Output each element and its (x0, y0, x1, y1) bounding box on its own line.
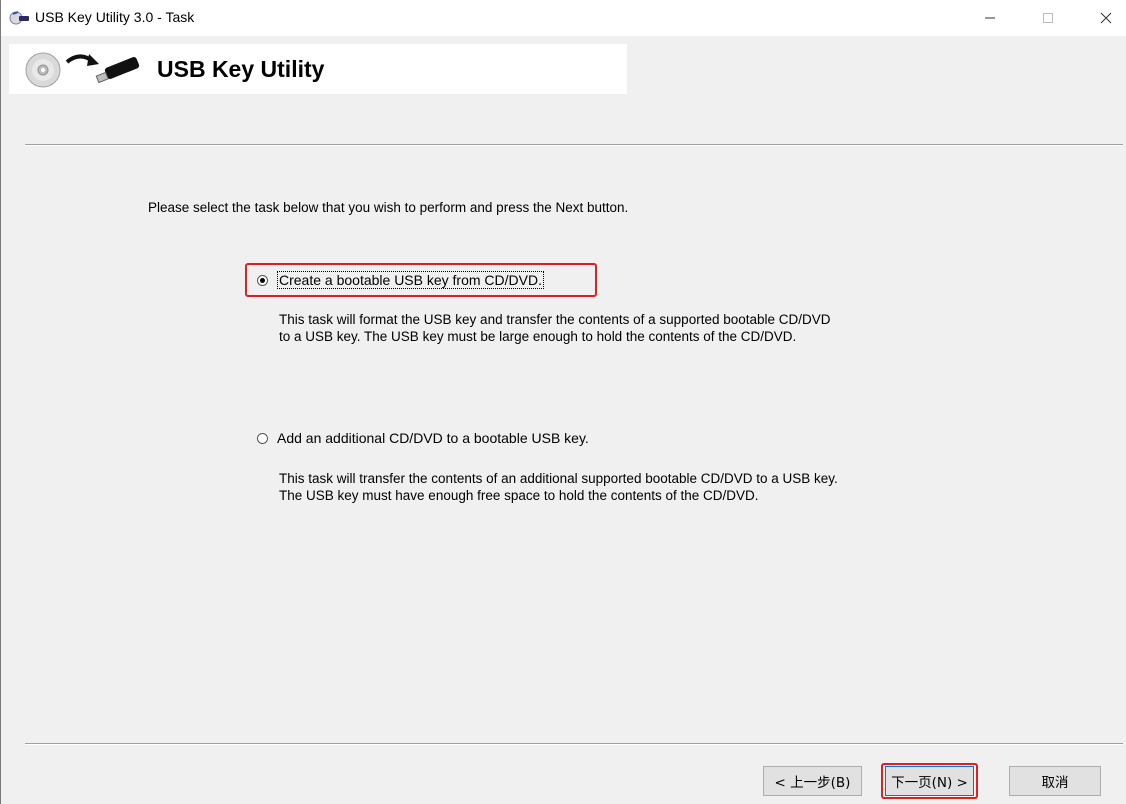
close-button[interactable] (1083, 0, 1126, 36)
option-add-cd[interactable]: Add an additional CD/DVD to a bootable U… (257, 430, 589, 446)
instruction-text: Please select the task below that you wi… (148, 200, 629, 215)
option-add-cd-description: This task will transfer the contents of … (279, 471, 838, 503)
option-add-cd-label[interactable]: Add an additional CD/DVD to a bootable U… (277, 430, 589, 446)
header-banner: USB Key Utility (9, 44, 627, 94)
window-title: USB Key Utility 3.0 - Task (35, 9, 195, 25)
usb-drive-icon (65, 52, 140, 84)
highlight-box-next (881, 763, 978, 799)
maximize-button[interactable] (1025, 0, 1071, 36)
back-button[interactable]: < 上一步(B) (763, 766, 862, 796)
cd-icon (25, 52, 61, 88)
minimize-button[interactable] (967, 0, 1013, 36)
minimize-icon (985, 17, 995, 19)
cancel-button[interactable]: 取消 (1009, 766, 1101, 796)
top-divider (25, 144, 1123, 146)
option-create-bootable-description: This task will format the USB key and tr… (279, 312, 831, 344)
maximize-icon (1043, 13, 1053, 23)
title-bar: USB Key Utility 3.0 - Task (1, 0, 1126, 36)
highlight-box-option (245, 263, 597, 297)
wizard-window: USB Key Utility 3.0 - Task USB Key Utili… (0, 0, 1126, 804)
app-icon (9, 10, 31, 26)
close-icon (1100, 12, 1112, 24)
radio-add-cd[interactable] (257, 432, 268, 444)
bottom-divider (25, 743, 1123, 745)
banner-title: USB Key Utility (157, 56, 325, 82)
